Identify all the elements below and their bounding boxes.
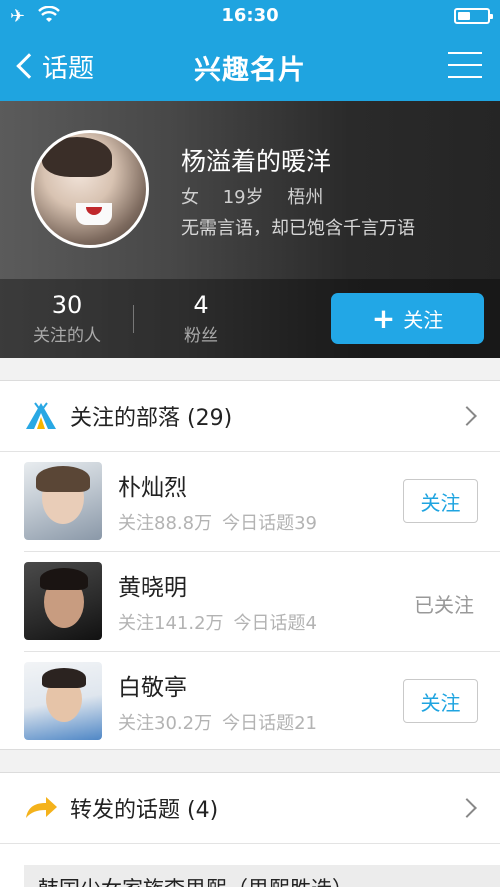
followed-tribes-section: 关注的部落 (29) 朴灿烈 关注88.8万 今日话题39 关注 黄晓明 关注14… [0,380,500,750]
follow-tribe-button[interactable]: 关注 [403,479,478,523]
follow-tribe-button[interactable]: 关注 [403,679,478,723]
tribe-item[interactable]: 白敬亭 关注30.2万 今日话题21 关注 [24,652,500,752]
tribe-thumbnail [24,662,102,740]
tribe-name: 朴灿烈 [118,475,187,501]
following-label: 关注的人 [33,326,101,346]
forwarded-topic-text: 韩国少女家族李思熙（思熙胜选） [38,873,353,887]
fans-label: 粉丝 [184,326,218,346]
top-bar: ✈ 16:30 话题 兴趣名片 [0,0,500,101]
tribe-thumbnail [24,462,102,540]
forwarded-topics-title: 转发的话题 (4) [70,798,219,823]
follow-user-label: 关注 [403,308,444,332]
forwarded-topic-item[interactable]: 韩国少女家族李思熙（思熙胜选） [24,865,500,887]
stats-divider [133,305,134,333]
tribe-topics: 今日话题39 [222,513,317,534]
forwarded-topics-header[interactable]: 转发的话题 (4) [0,773,500,844]
profile-age: 19岁 [222,187,264,208]
tribe-name: 黄晓明 [118,575,187,601]
profile-gender: 女 [181,187,199,208]
chevron-right-icon [457,406,477,426]
tribe-followers: 关注88.8万 [118,513,213,534]
following-count: 30 [51,291,83,319]
nav-bar: 话题 兴趣名片 [0,32,500,101]
profile-meta: 女 19岁 梧州 [181,183,341,209]
tribe-tent-icon [26,402,56,429]
chevron-right-icon [457,798,477,818]
profile-header: 杨溢着的暖洋 女 19岁 梧州 无需言语，却已饱含千言万语 30 关注的人 4 … [0,101,500,358]
avatar[interactable] [31,130,149,248]
fans-stat[interactable]: 4 粉丝 [146,291,256,346]
tribe-topics: 今日话题21 [222,713,317,734]
page-title: 兴趣名片 [194,55,306,86]
tribe-item[interactable]: 黄晓明 关注141.2万 今日话题4 已关注 [24,552,500,652]
fans-count: 4 [193,291,209,319]
tribe-item[interactable]: 朴灿烈 关注88.8万 今日话题39 关注 [24,452,500,552]
following-stat[interactable]: 30 关注的人 [12,291,122,346]
forwarded-topics-section: 转发的话题 (4) 韩国少女家族李思熙（思熙胜选） [0,772,500,887]
menu-icon[interactable] [448,50,482,80]
profile-city: 梧州 [287,187,324,208]
plus-icon: + [371,301,396,335]
profile-stats: 30 关注的人 4 粉丝 + 关注 [0,279,500,358]
followed-tribes-header[interactable]: 关注的部落 (29) [0,381,500,452]
tribe-stats: 关注141.2万 今日话题4 [118,609,317,635]
tribe-stats: 关注88.8万 今日话题39 [118,509,317,535]
forward-arrow-icon [26,797,57,818]
tribe-stats: 关注30.2万 今日话题21 [118,709,317,735]
followed-tribes-title: 关注的部落 (29) [70,406,233,431]
followed-status[interactable]: 已关注 [414,589,474,618]
follow-user-button[interactable]: + 关注 [331,293,484,344]
profile-signature: 无需言语，却已饱含千言万语 [181,218,415,239]
tribe-followers: 关注141.2万 [118,613,224,634]
status-bar: ✈ 16:30 [0,0,500,32]
status-time: 16:30 [221,5,279,26]
tribe-thumbnail [24,562,102,640]
tribe-name: 白敬亭 [118,675,187,701]
tribe-topics: 今日话题4 [233,613,317,634]
profile-name: 杨溢着的暖洋 [181,147,332,176]
battery-icon [454,8,493,24]
tribe-followers: 关注30.2万 [118,713,213,734]
